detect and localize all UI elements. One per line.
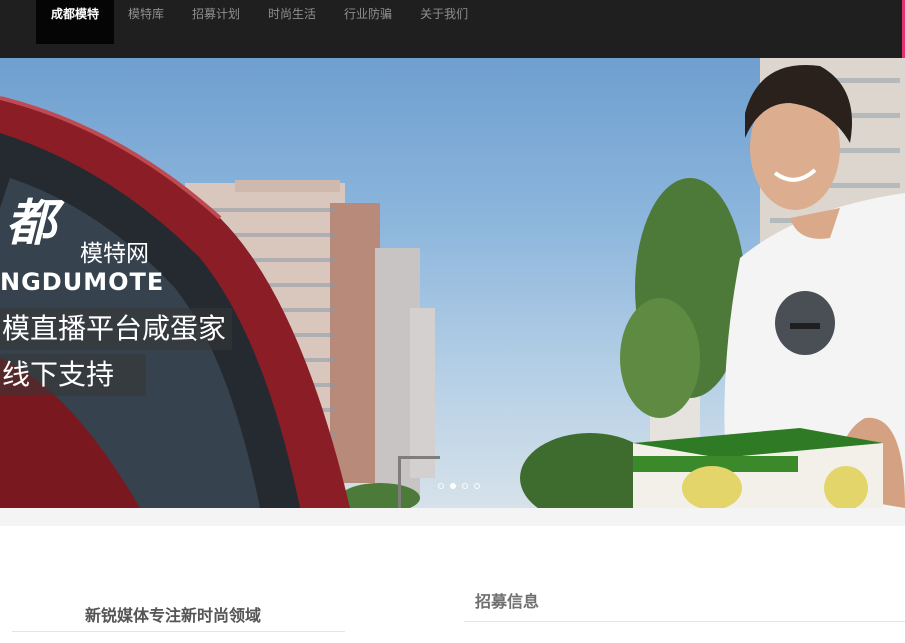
hero-banner-slider[interactable]: 都 模特网 NGDUMOTE 模直播平台咸蛋家 线下支持 — [0, 58, 905, 508]
nav-item-about-us[interactable]: 关于我们 — [406, 0, 482, 44]
hero-caption-line-1: 模直播平台咸蛋家 — [0, 308, 233, 350]
recruitment-info-title[interactable]: 招募信息 — [475, 588, 539, 612]
slider-dot-1[interactable] — [438, 483, 444, 489]
media-section-underline — [12, 631, 345, 632]
recruitment-info-underline — [464, 621, 905, 622]
main-nav: 成都模特 模特库 招募计划 时尚生活 行业防骗 关于我们 — [36, 0, 482, 44]
nav-item-model-library[interactable]: 模特库 — [114, 0, 178, 44]
site-logo-english: NGDUMOTE — [0, 268, 165, 296]
nav-item-chengdu-model[interactable]: 成都模特 — [36, 0, 114, 44]
site-logo-subtitle: 模特网 — [80, 241, 149, 267]
site-logo-character: 都 — [6, 193, 56, 252]
nav-item-recruitment-plan[interactable]: 招募计划 — [178, 0, 254, 44]
section-divider — [0, 508, 905, 526]
nav-item-anti-fraud[interactable]: 行业防骗 — [330, 0, 406, 44]
top-navigation-bar: 成都模特 模特库 招募计划 时尚生活 行业防骗 关于我们 — [0, 0, 905, 58]
nav-item-fashion-life[interactable]: 时尚生活 — [254, 0, 330, 44]
slider-pagination — [438, 483, 480, 489]
slider-dot-2[interactable] — [450, 483, 456, 489]
somersby-box — [633, 428, 883, 508]
media-section-title: 新锐媒体专注新时尚领域 — [85, 606, 262, 625]
hero-caption-line-2: 线下支持 — [0, 354, 146, 396]
slider-dot-4[interactable] — [474, 483, 480, 489]
slider-dot-3[interactable] — [462, 483, 468, 489]
